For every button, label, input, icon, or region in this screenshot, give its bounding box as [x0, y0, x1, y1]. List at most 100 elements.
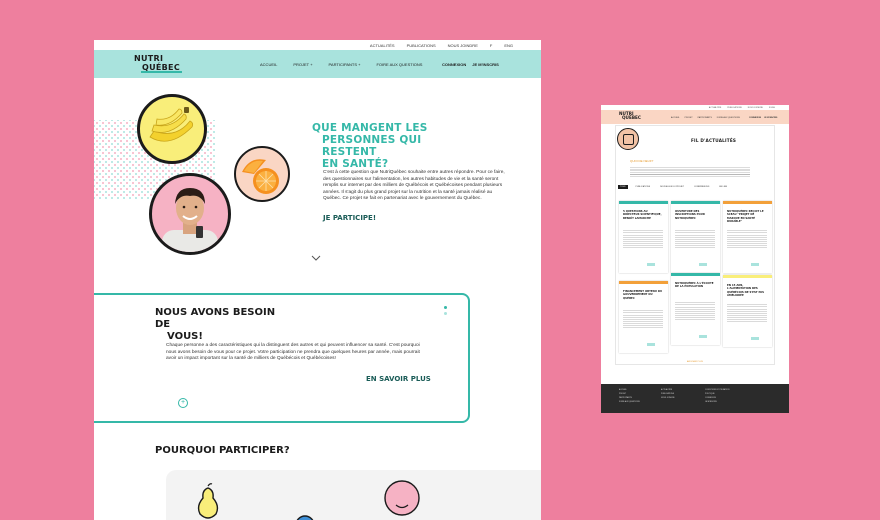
card-title: 5 QUESTIONS AU DIRECTEUR SCIENTIFIQUE, B… — [623, 210, 662, 220]
nav-project-label: PROJET — [293, 62, 310, 67]
footer-link[interactable]: PARTICIPANTS — [619, 397, 649, 399]
card-title: OUVERTURE DES INSCRIPTIONS POUR NUTRIQUÉ… — [675, 210, 705, 220]
login-link[interactable]: CONNEXION — [442, 62, 466, 67]
footer-column: CONDITIONS D'UTILISATION POLITIQUE CONNE… — [705, 389, 735, 405]
card-color-bar — [619, 201, 668, 204]
mini-nav-project[interactable]: PROJET — [685, 117, 693, 119]
homepage-mockup: ACTUALITÉS PUBLICATIONS NOUS JOINDRE F E… — [94, 40, 541, 520]
footer-link[interactable]: POLITIQUE — [705, 393, 735, 395]
mini-login[interactable]: CONNEXION — [749, 117, 761, 119]
footer-link[interactable]: CONNEXION — [705, 397, 735, 399]
banana-image — [137, 94, 207, 164]
mini-topbar-publications[interactable]: PUBLICATIONS — [727, 107, 742, 109]
card-link[interactable] — [647, 343, 655, 346]
mini-logo-line-2: QUÉBEC — [622, 115, 641, 121]
news-card[interactable]: FINANCEMENT OBTENU DU GOUVERNEMENT DU QU… — [619, 281, 668, 353]
footer-column: ACTUALITÉS PUBLICATIONS NOUS JOINDRE — [661, 389, 691, 401]
card-color-bar — [619, 281, 668, 284]
mini-nav-faq[interactable]: FOIRE AUX QUESTIONS — [717, 117, 740, 119]
card-title: FINANCEMENT OBTENU DU GOUVERNEMENT DU QU… — [623, 290, 663, 300]
fruit-face-icon — [384, 480, 420, 516]
card-excerpt — [675, 229, 715, 249]
hero-description: C'est à cette question que NutriQuébec s… — [323, 170, 505, 202]
nutriquebec-logo[interactable]: NUTRI QUÉBEC — [134, 54, 188, 75]
mini-topbar-lang[interactable]: F ENG — [769, 107, 775, 109]
hero-title-line-1: QUE MANGENT LES — [312, 122, 428, 134]
plus-icon[interactable]: + — [178, 398, 188, 408]
footer-link[interactable]: PUBLICATIONS — [661, 393, 691, 395]
footer-link[interactable]: NOUS JOINDRE — [661, 397, 691, 399]
nav-home[interactable]: ACCUEIL — [260, 62, 277, 67]
nav-participants[interactable]: PARTICIPANTS + — [329, 62, 361, 67]
filter-project-news[interactable]: NOUVELLES DU PROJET — [658, 185, 686, 189]
show-more-button[interactable]: AFFICHER PLUS — [687, 361, 703, 363]
mini-topbar-news[interactable]: ACTUALITÉS — [709, 107, 721, 109]
chevron-down-icon[interactable] — [311, 255, 321, 262]
news-card[interactable]: NUTRIQUÉBEC À L'ÉCOUTE DE LA POPULATION — [671, 273, 720, 345]
plus-icon: + — [310, 62, 313, 67]
mini-nav-auth: CONNEXION JE M'INSCRIS — [749, 117, 777, 119]
footer-link[interactable]: CONDITIONS D'UTILISATION — [705, 389, 735, 391]
card-color-bar — [671, 273, 720, 276]
nav-auth: CONNEXION JE M'INSCRIS — [442, 62, 499, 67]
news-card[interactable]: NUTRIQUÉBEC REÇOIT LE SCEAU "PROJET DE M… — [723, 201, 772, 273]
mini-nav-home[interactable]: ACCUEIL — [671, 117, 680, 119]
card-link[interactable] — [751, 337, 759, 340]
card-color-bar — [671, 201, 720, 204]
news-icon — [617, 128, 639, 150]
mini-topbar-contact[interactable]: NOUS JOINDRE — [748, 107, 763, 109]
footer-link[interactable]: PROJET — [619, 393, 649, 395]
lang-fr[interactable]: F — [490, 43, 492, 48]
card-link[interactable] — [751, 263, 759, 266]
plus-icon: + — [358, 62, 361, 67]
orange-image — [234, 146, 290, 202]
nav-links: ACCUEIL PROJET + PARTICIPANTS + FOIRE AU… — [260, 62, 422, 67]
card-title: NUTRIQUÉBEC À L'ÉCOUTE DE LA POPULATION — [675, 282, 714, 289]
filter-all[interactable]: TOUS — [618, 185, 628, 189]
nav-faq[interactable]: FOIRE AUX QUESTIONS — [376, 62, 422, 67]
mini-signup[interactable]: JE M'INSCRIS — [764, 117, 777, 119]
mini-logo[interactable]: NUTRI QUÉBEC — [619, 111, 641, 121]
card-link[interactable] — [699, 263, 707, 266]
nav-project[interactable]: PROJET + — [293, 62, 312, 67]
topbar-contact-link[interactable]: NOUS JOINDRE — [448, 43, 478, 48]
footer-column: ACCUEIL PROJET PARTICIPANTS FOIRE AUX QU… — [619, 389, 649, 405]
topbar-publications-link[interactable]: PUBLICATIONS — [407, 43, 436, 48]
news-card[interactable]: 5 QUESTIONS AU DIRECTEUR SCIENTIFIQUE, B… — [619, 201, 668, 273]
main-nav: NUTRI QUÉBEC ACCUEIL PROJET + PARTICIPAN… — [94, 50, 541, 78]
footer-link[interactable]: JE M'INSCRIS — [705, 401, 735, 403]
need-section-title: NOUS AVONS BESOIN DE VOUS! — [155, 307, 285, 343]
card-link[interactable] — [699, 335, 707, 338]
card-excerpt — [675, 301, 715, 321]
logo-line-2: QUÉBEC — [141, 63, 182, 73]
need-title-line-2: VOUS! — [167, 331, 203, 342]
need-section-text: Chaque personne a des caractéristiques q… — [166, 343, 420, 362]
hero-title-line-2: PERSONNES QUI RESTENT — [322, 134, 422, 158]
hero-title-line-3: EN SANTÉ? — [322, 158, 389, 170]
participate-button[interactable]: JE PARTICIPE! — [321, 214, 378, 222]
pear-icon — [197, 483, 219, 519]
card-link[interactable] — [647, 263, 655, 266]
card-excerpt — [623, 309, 663, 329]
card-excerpt — [623, 229, 663, 249]
logo-line-1: NUTRI — [134, 54, 164, 63]
filter-conferences[interactable]: CONFÉRENCES — [692, 185, 711, 189]
news-card[interactable]: OUVERTURE DES INSCRIPTIONS POUR NUTRIQUÉ… — [671, 201, 720, 273]
decor-dot — [444, 306, 447, 309]
footer-link[interactable]: FOIRE AUX QUESTIONS — [619, 401, 649, 403]
lang-en[interactable]: ENG — [504, 43, 513, 48]
signup-link[interactable]: JE M'INSCRIS — [472, 62, 499, 67]
footer-link[interactable]: ACCUEIL — [619, 389, 649, 391]
filter-links[interactable]: EN LIEN — [717, 185, 729, 189]
news-page-title: FIL D'ACTUALITÉS — [691, 138, 737, 143]
footer-link[interactable]: ACTUALITÉS — [661, 389, 691, 391]
news-card[interactable]: EN 15 ANS, L'ALIMENTATION DES QUÉBÉCOIS … — [723, 275, 772, 347]
learn-more-button[interactable]: EN SAVOIR PLUS — [365, 375, 432, 383]
need-title-line-1: NOUS AVONS BESOIN DE — [155, 307, 276, 330]
filter-publications[interactable]: PUBLICATIONS — [634, 185, 653, 189]
card-excerpt — [727, 229, 767, 249]
mini-footer: ACCUEIL PROJET PARTICIPANTS FOIRE AUX QU… — [601, 384, 789, 413]
mini-nav-links: ACCUEIL PROJET PARTICIPANTS FOIRE AUX QU… — [671, 117, 740, 119]
topbar-news-link[interactable]: ACTUALITÉS — [370, 43, 395, 48]
mini-nav-participants[interactable]: PARTICIPANTS — [698, 117, 712, 119]
